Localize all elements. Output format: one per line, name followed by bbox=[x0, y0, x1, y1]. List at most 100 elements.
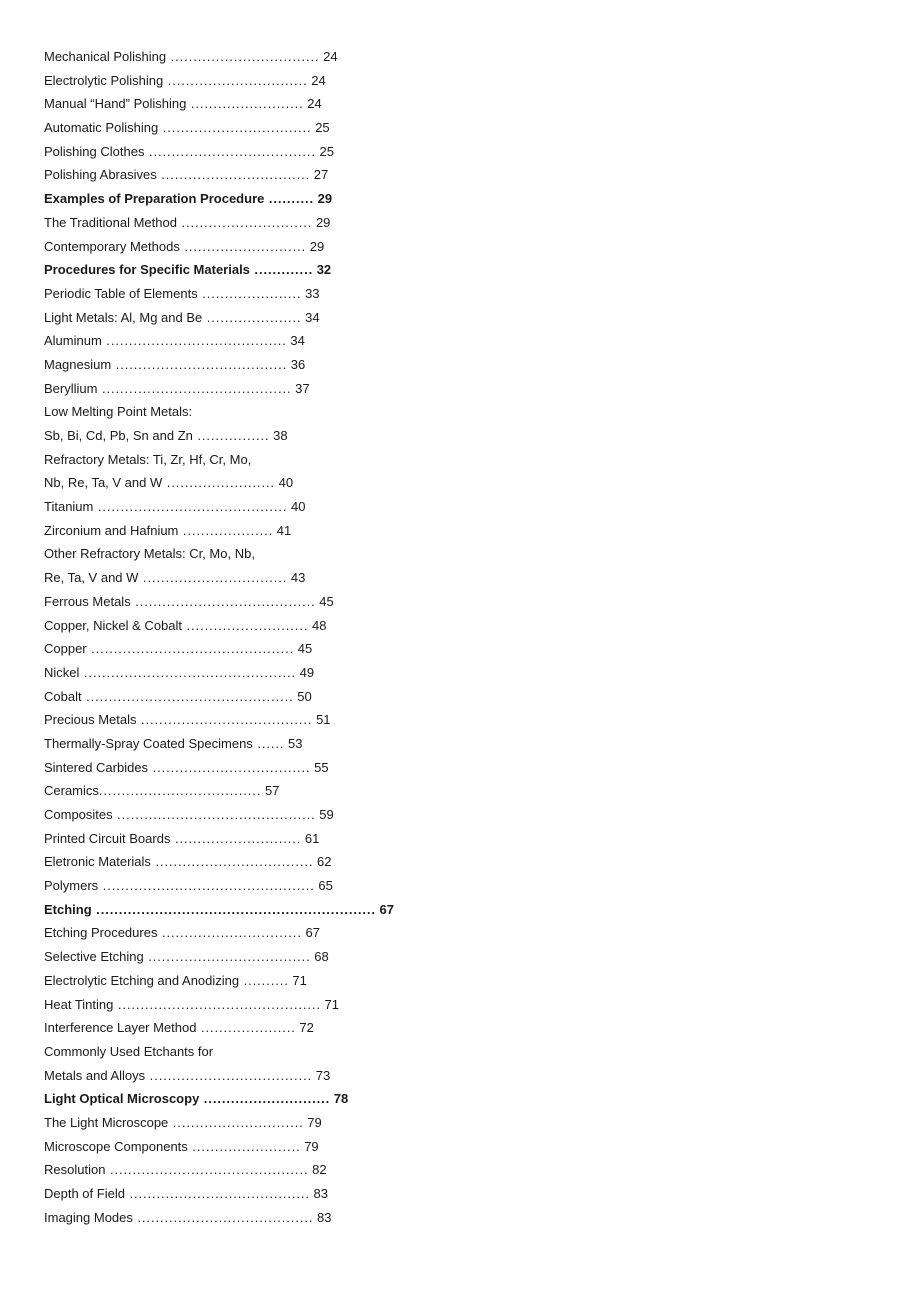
toc-page-number: 25 bbox=[311, 120, 330, 136]
toc-entry[interactable]: Refractory Metals: Ti, Zr, Hf, Cr, Mo, bbox=[44, 448, 384, 472]
toc-entry[interactable]: Etching Procedures .....................… bbox=[44, 921, 384, 945]
toc-page-number: 32 bbox=[313, 262, 332, 278]
toc-entry[interactable]: Commonly Used Etchants for bbox=[44, 1040, 384, 1064]
toc-entry[interactable]: Precious Metals ........................… bbox=[44, 708, 384, 732]
toc-entry[interactable]: Selective Etching ......................… bbox=[44, 945, 384, 969]
toc-entry-title: Automatic Polishing bbox=[44, 120, 159, 136]
toc-entry-title: Polishing Clothes bbox=[44, 143, 145, 159]
toc-page-number: 68 bbox=[310, 949, 329, 965]
toc-entry-title: Zirconium and Hafnium bbox=[44, 522, 179, 538]
toc-entry[interactable]: Aluminum ...............................… bbox=[44, 329, 384, 353]
toc-dot-leader: ........................ bbox=[187, 1138, 301, 1154]
toc-entry-title: Light Metals: Al, Mg and Be bbox=[44, 309, 203, 325]
toc-entry-title: Resolution bbox=[44, 1162, 106, 1178]
toc-entry[interactable]: Ferrous Metals .........................… bbox=[44, 590, 384, 614]
toc-entry[interactable]: Magnesium ..............................… bbox=[44, 353, 384, 377]
toc-entry-title: Electrolytic Etching and Anodizing bbox=[44, 972, 240, 988]
toc-entry-title: Mechanical Polishing bbox=[44, 49, 167, 64]
toc-page-number: 72 bbox=[295, 1020, 314, 1036]
toc-entry[interactable]: Manual “Hand” Polishing ................… bbox=[44, 92, 384, 116]
toc-entry[interactable]: The Light Microscope ...................… bbox=[44, 1111, 384, 1135]
toc-dot-leader: .................................... bbox=[143, 949, 311, 965]
toc-entry[interactable]: Sb, Bi, Cd, Pb, Sn and Zn ..............… bbox=[44, 424, 384, 448]
toc-entry[interactable]: Heat Tinting ...........................… bbox=[44, 993, 384, 1017]
toc-entry-title: Magnesium bbox=[44, 356, 112, 372]
toc-entry-title: Heat Tinting bbox=[44, 996, 114, 1012]
toc-entry[interactable]: Etching ................................… bbox=[44, 898, 394, 922]
toc-dot-leader: ........................ bbox=[162, 475, 276, 491]
toc-entry[interactable]: Interference Layer Method ..............… bbox=[44, 1016, 384, 1040]
toc-entry[interactable]: Resolution .............................… bbox=[44, 1158, 384, 1182]
toc-dot-leader: ..................... bbox=[196, 1020, 296, 1036]
toc-page-number: 49 bbox=[295, 664, 315, 680]
toc-dot-leader: ................................... bbox=[150, 854, 314, 870]
toc-entry[interactable]: Ceramics................................… bbox=[44, 779, 384, 803]
toc-page-number: 83 bbox=[313, 1209, 332, 1225]
toc-entry[interactable]: Zirconium and Hafnium ..................… bbox=[44, 519, 384, 543]
toc-entry[interactable]: Composites .............................… bbox=[44, 803, 384, 827]
toc-entry[interactable]: Microscope Components ..................… bbox=[44, 1135, 384, 1159]
toc-entry[interactable]: Procedures for Specific Materials ......… bbox=[44, 258, 384, 282]
toc-page-number: 67 bbox=[375, 901, 394, 917]
toc-entry-title: Sintered Carbides bbox=[44, 759, 149, 775]
toc-dot-leader: ............. bbox=[249, 262, 314, 278]
toc-entry-title: Commonly Used Etchants for bbox=[44, 1043, 214, 1059]
toc-entry[interactable]: Metals and Alloys ......................… bbox=[44, 1064, 384, 1088]
toc-page-number: 71 bbox=[288, 972, 307, 988]
toc-entry[interactable]: Printed Circuit Boards .................… bbox=[44, 827, 384, 851]
toc-entry[interactable]: Mechanical Polishing ...................… bbox=[44, 45, 384, 69]
table-of-contents: Mechanical Polishing ...................… bbox=[44, 45, 394, 1230]
toc-entry[interactable]: Light Metals: Al, Mg and Be ............… bbox=[44, 306, 384, 330]
toc-dot-leader: ........................................… bbox=[86, 641, 295, 657]
toc-dot-leader: ........................... bbox=[179, 238, 307, 254]
toc-dot-leader: ............................ bbox=[199, 1091, 331, 1107]
toc-dot-leader: ........................................… bbox=[97, 380, 292, 396]
toc-entry-title: Other Refractory Metals: Cr, Mo, Nb, bbox=[44, 546, 255, 562]
toc-entry[interactable]: Polymers ...............................… bbox=[44, 874, 384, 898]
toc-entry[interactable]: Nickel .................................… bbox=[44, 661, 384, 685]
toc-dot-leader: ........................................… bbox=[105, 1162, 309, 1178]
toc-entry[interactable]: Light Optical Microscopy ...............… bbox=[44, 1087, 384, 1111]
toc-entry[interactable]: Sintered Carbides ......................… bbox=[44, 756, 384, 780]
toc-entry[interactable]: Electrolytic Polishing .................… bbox=[44, 69, 384, 93]
toc-entry-title: Contemporary Methods bbox=[44, 238, 180, 254]
toc-entry[interactable]: Low Melting Point Metals: bbox=[44, 400, 384, 424]
toc-entry[interactable]: Nb, Re, Ta, V and W ....................… bbox=[44, 471, 384, 495]
toc-entry[interactable]: Examples of Preparation Procedure ......… bbox=[44, 187, 384, 211]
toc-page-number: 79 bbox=[303, 1114, 322, 1130]
toc-entry[interactable]: Cobalt .................................… bbox=[44, 685, 384, 709]
toc-page-number: 38 bbox=[269, 428, 288, 443]
toc-entry[interactable]: Re, Ta, V and W ........................… bbox=[44, 566, 384, 590]
toc-entry[interactable]: Thermally-Spray Coated Specimens ...... … bbox=[44, 732, 384, 756]
toc-entry[interactable]: Copper, Nickel & Cobalt ................… bbox=[44, 614, 384, 638]
toc-page-number: 67 bbox=[301, 925, 320, 941]
toc-entry-title: Selective Etching bbox=[44, 949, 144, 965]
toc-entry-title: Ferrous Metals bbox=[44, 593, 131, 609]
toc-entry[interactable]: Polishing Clothes ......................… bbox=[44, 140, 384, 164]
toc-entry[interactable]: Contemporary Methods ...................… bbox=[44, 235, 384, 259]
toc-entry[interactable]: Titanium ...............................… bbox=[44, 495, 384, 519]
toc-entry[interactable]: Electrolytic Etching and Anodizing .....… bbox=[44, 969, 384, 993]
toc-entry[interactable]: Eletronic Materials ....................… bbox=[44, 850, 384, 874]
toc-dot-leader: ............................. bbox=[168, 1114, 304, 1130]
toc-entry[interactable]: Beryllium ..............................… bbox=[44, 377, 384, 401]
toc-dot-leader: ...... bbox=[252, 735, 285, 751]
toc-page-number: 34 bbox=[301, 309, 320, 325]
toc-entry[interactable]: The Traditional Method .................… bbox=[44, 211, 384, 235]
toc-entry[interactable]: Imaging Modes ..........................… bbox=[44, 1206, 384, 1230]
toc-entry[interactable]: Automatic Polishing ....................… bbox=[44, 116, 384, 140]
toc-entry-title: Manual “Hand” Polishing bbox=[44, 96, 187, 112]
toc-entry[interactable]: Polishing Abrasives ....................… bbox=[44, 163, 384, 187]
toc-entry-title: Depth of Field bbox=[44, 1186, 125, 1201]
toc-page-number: 24 bbox=[303, 96, 322, 112]
toc-entry-title: Etching bbox=[44, 901, 92, 917]
toc-entry-title: The Light Microscope bbox=[44, 1114, 169, 1130]
toc-entry[interactable]: Periodic Table of Elements .............… bbox=[44, 282, 384, 306]
toc-page-number: 40 bbox=[275, 475, 294, 491]
toc-page-number: 40 bbox=[287, 499, 306, 515]
toc-entry[interactable]: Depth of Field .........................… bbox=[44, 1182, 384, 1206]
toc-entry[interactable]: Other Refractory Metals: Cr, Mo, Nb, bbox=[44, 542, 384, 566]
toc-entry[interactable]: Copper .................................… bbox=[44, 637, 384, 661]
toc-page-number: 33 bbox=[301, 285, 320, 301]
toc-dot-leader: ............................ bbox=[170, 830, 302, 846]
